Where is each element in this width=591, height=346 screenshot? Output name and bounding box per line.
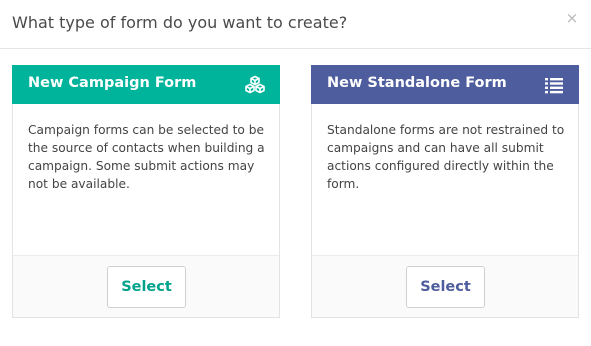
list-icon [545,78,563,94]
card-title: New Campaign Form [28,75,197,91]
select-standalone-form-button[interactable]: Select [406,266,485,308]
close-icon[interactable]: × [565,9,579,27]
card-header: New Campaign Form [12,65,280,104]
card-footer: Select [312,255,578,317]
card-title: New Standalone Form [327,75,507,91]
card-header: New Standalone Form [311,65,579,104]
card-footer: Select [13,255,279,317]
select-campaign-form-button[interactable]: Select [107,266,186,308]
cubes-icon [245,75,265,94]
campaign-form-card[interactable]: New Campaign Form Campaign forms can be … [12,65,280,318]
card-description: Standalone forms are not restrained to c… [327,123,565,191]
modal-header: What type of form do you want to create?… [0,0,591,49]
standalone-form-card[interactable]: New Standalone Form Standalone forms are… [311,65,579,318]
card-description: Campaign forms can be selected to be the… [28,123,265,191]
modal-title: What type of form do you want to create? [12,13,348,32]
